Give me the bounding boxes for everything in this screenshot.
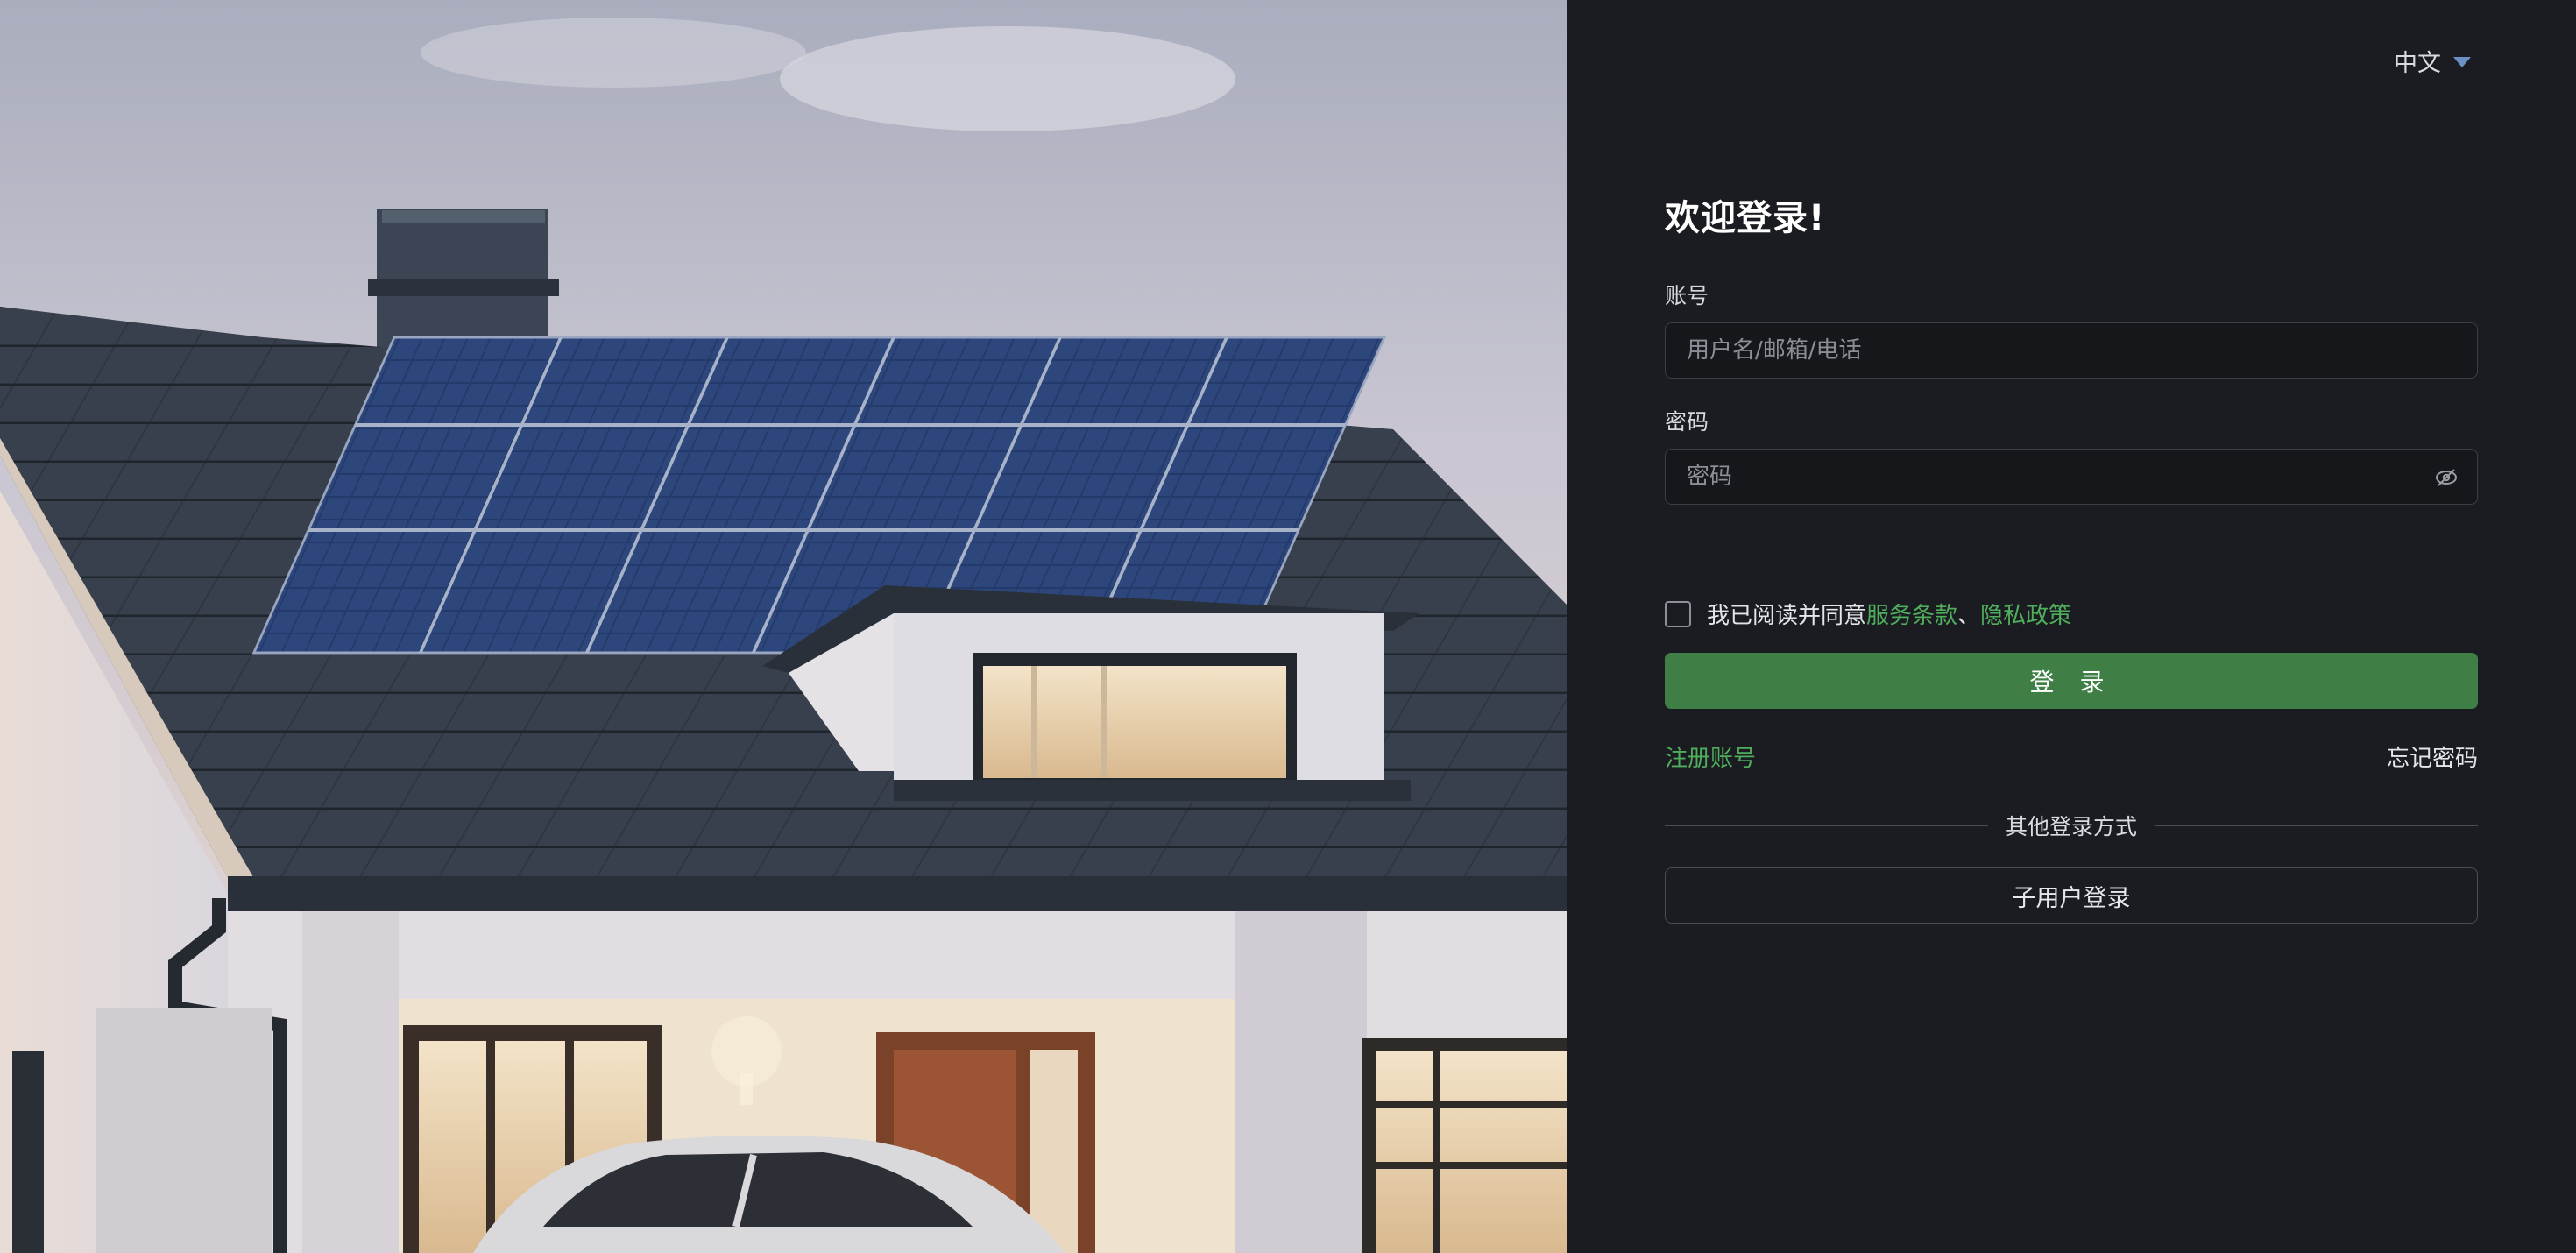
login-form: 欢迎登录! 账号 密码 我已阅读并同意 服务条款 、 隐私政策 登 录 注册账号… [1665, 189, 2479, 924]
password-field [1665, 449, 2478, 505]
auth-links: 注册账号 忘记密码 [1665, 740, 2478, 773]
language-label: 中文 [2394, 50, 2441, 77]
sub-user-login-button[interactable]: 子用户登录 [1665, 867, 2478, 924]
register-link[interactable]: 注册账号 [1665, 740, 1756, 773]
account-field [1665, 322, 2478, 379]
page-title: 欢迎登录! [1665, 198, 1826, 238]
login-button[interactable]: 登 录 [1665, 653, 2478, 709]
language-selector[interactable]: 中文 [2394, 44, 2471, 78]
other-methods-label: 其他登录方式 [2006, 814, 2138, 839]
agreement-row: 我已阅读并同意 服务条款 、 隐私政策 [1665, 598, 2478, 630]
account-label: 账号 [1665, 283, 1709, 308]
divider-line-left [1665, 825, 1988, 826]
password-input[interactable] [1687, 464, 2456, 490]
terms-link[interactable]: 服务条款 [1866, 598, 1957, 630]
privacy-link[interactable]: 隐私政策 [1980, 598, 2071, 630]
eye-off-icon[interactable] [2435, 467, 2458, 488]
agreement-separator: 、 [1957, 603, 1981, 629]
other-methods-divider: 其他登录方式 [1665, 810, 2479, 841]
house-solar-illustration [0, 0, 1567, 1253]
account-input[interactable] [1687, 337, 2456, 364]
forgot-password-link[interactable]: 忘记密码 [2387, 740, 2478, 773]
agreement-text: 我已阅读并同意 [1707, 603, 1867, 629]
caret-down-icon [2453, 57, 2471, 67]
password-label: 密码 [1665, 409, 1709, 435]
login-panel: 中文 欢迎登录! 账号 密码 我已阅读并同意 服务条款 、 隐私政策 登 录 注 [1567, 0, 2576, 1253]
agree-checkbox[interactable] [1665, 600, 1691, 627]
divider-line-right [2155, 825, 2479, 826]
hero-image [0, 0, 1567, 1253]
